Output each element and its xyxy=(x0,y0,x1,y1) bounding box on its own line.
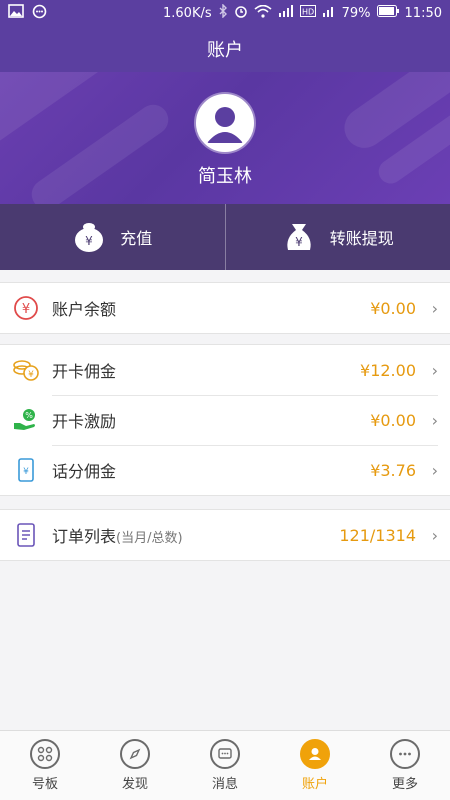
chat-icon xyxy=(32,4,47,23)
chevron-right-icon: › xyxy=(431,460,438,480)
battery-level: 79% xyxy=(341,5,371,21)
recharge-button[interactable]: ¥ 充值 xyxy=(0,204,225,270)
phone-yen-icon: ¥ xyxy=(12,456,40,484)
svg-text:¥: ¥ xyxy=(28,370,34,380)
svg-text:¥: ¥ xyxy=(23,467,29,477)
tab-account[interactable]: 账户 xyxy=(270,731,360,800)
chevron-right-icon: › xyxy=(431,525,438,545)
orders-row[interactable]: 订单列表(当月/总数) 121/1314 › xyxy=(0,510,450,560)
balance-group: ¥ 账户余额 ¥0.00 › xyxy=(0,282,450,334)
svg-text:¥: ¥ xyxy=(85,234,93,248)
signal2-icon xyxy=(322,5,336,21)
chevron-right-icon: › xyxy=(431,360,438,380)
grid-icon xyxy=(30,739,60,769)
withdraw-label: 转账提现 xyxy=(329,229,394,248)
card-incentive-label: 开卡激励 xyxy=(52,412,117,431)
page-title: 账户 xyxy=(207,40,243,61)
hd-icon: HD xyxy=(299,5,316,21)
balance-value: ¥0.00 xyxy=(370,298,416,318)
hand-percent-icon: % xyxy=(12,406,40,434)
network-speed: 1.60K/s xyxy=(163,5,212,21)
signal-icon xyxy=(278,5,294,21)
tab-label: 更多 xyxy=(391,777,418,792)
recharge-label: 充值 xyxy=(120,229,153,248)
svg-text:¥: ¥ xyxy=(22,302,30,317)
card-incentive-value: ¥0.00 xyxy=(370,410,416,430)
tab-board[interactable]: 号板 xyxy=(0,731,90,800)
chevron-right-icon: › xyxy=(431,298,438,318)
tab-label: 号板 xyxy=(31,777,58,792)
withdraw-button[interactable]: ¥ 转账提现 xyxy=(224,204,450,270)
money-sack-icon: ¥ xyxy=(282,220,316,254)
balance-label: 账户余额 xyxy=(52,300,117,319)
card-commission-value: ¥12.00 xyxy=(360,360,416,380)
header: 账户 xyxy=(0,26,450,72)
svg-text:HD: HD xyxy=(302,8,314,17)
tab-messages[interactable]: 消息 xyxy=(180,731,270,800)
profile-banner: 简玉林 xyxy=(0,72,450,204)
tab-discover[interactable]: 发现 xyxy=(90,731,180,800)
alarm-icon xyxy=(234,4,248,22)
bluetooth-icon xyxy=(218,3,228,22)
list-item[interactable]: ¥ 话分佣金 ¥3.76 › xyxy=(0,445,450,495)
svg-text:¥: ¥ xyxy=(295,235,303,249)
svg-text:%: % xyxy=(25,411,33,420)
user-avatar-icon[interactable] xyxy=(196,94,254,152)
image-icon xyxy=(8,4,24,22)
yen-circle-icon: ¥ xyxy=(12,294,40,322)
message-icon xyxy=(210,739,240,769)
card-commission-label: 开卡佣金 xyxy=(52,362,117,381)
banner-decoration xyxy=(25,98,175,204)
more-icon xyxy=(390,739,420,769)
orders-title: 订单列表 xyxy=(52,527,117,546)
chevron-right-icon: › xyxy=(431,410,438,430)
account-icon xyxy=(300,739,330,769)
status-bar: 1.60K/s HD 79% 11:50 xyxy=(0,0,450,26)
user-name: 简玉林 xyxy=(198,166,252,187)
coins-icon: ¥ xyxy=(12,356,40,384)
wifi-icon xyxy=(254,4,272,22)
orders-value: 121/1314 xyxy=(339,525,416,545)
airtime-commission-value: ¥3.76 xyxy=(370,460,416,480)
list-item[interactable]: % 开卡激励 ¥0.00 › xyxy=(0,395,450,445)
orders-subtitle: (当月/总数) xyxy=(116,531,183,546)
document-list-icon xyxy=(12,521,40,549)
tab-label: 发现 xyxy=(121,777,148,792)
orders-label: 订单列表(当月/总数) xyxy=(52,523,183,547)
tab-label: 消息 xyxy=(211,777,238,792)
compass-icon xyxy=(120,739,150,769)
orders-group: 订单列表(当月/总数) 121/1314 › xyxy=(0,509,450,561)
money-bag-icon: ¥ xyxy=(72,220,106,254)
list-item[interactable]: ¥ 开卡佣金 ¥12.00 › xyxy=(0,345,450,395)
tab-bar: 号板 发现 消息 账户 更多 xyxy=(0,730,450,800)
tab-more[interactable]: 更多 xyxy=(360,731,450,800)
action-bar: ¥ 充值 ¥ 转账提现 xyxy=(0,204,450,270)
commission-group: ¥ 开卡佣金 ¥12.00 › % 开卡激励 ¥0.00 › ¥ 话分佣金 ¥3… xyxy=(0,344,450,496)
tab-label: 账户 xyxy=(301,777,328,792)
clock: 11:50 xyxy=(404,5,442,21)
balance-row[interactable]: ¥ 账户余额 ¥0.00 › xyxy=(0,283,450,333)
battery-icon xyxy=(376,5,399,21)
airtime-commission-label: 话分佣金 xyxy=(52,462,117,481)
